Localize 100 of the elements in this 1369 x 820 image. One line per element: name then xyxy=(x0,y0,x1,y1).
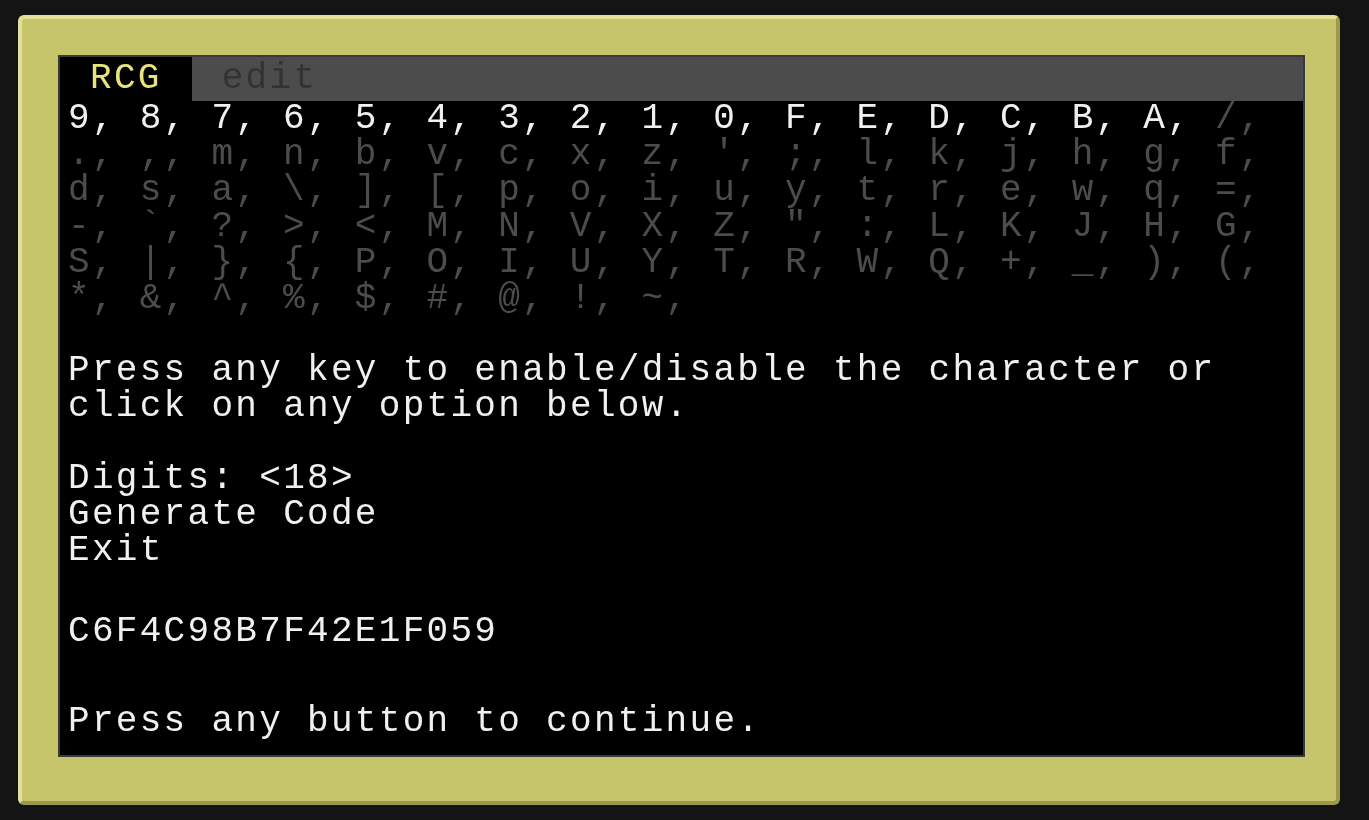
character-toggle[interactable]: i, xyxy=(641,173,714,209)
character-toggle[interactable]: P, xyxy=(354,245,427,281)
character-toggle[interactable]: ;, xyxy=(784,137,857,173)
character-toggle[interactable]: -, xyxy=(68,209,140,245)
character-toggle[interactable]: #, xyxy=(426,281,499,317)
character-toggle[interactable]: 1, xyxy=(641,101,714,137)
menu-option[interactable]: Exit xyxy=(68,533,164,569)
character-toggle[interactable]: ], xyxy=(354,173,427,209)
character-toggle[interactable]: *, xyxy=(68,281,140,317)
character-toggle[interactable]: [, xyxy=(426,173,499,209)
character-toggle[interactable]: \, xyxy=(283,173,355,209)
character-toggle[interactable]: S, xyxy=(68,245,140,281)
character-toggle[interactable]: y, xyxy=(784,173,857,209)
character-toggle[interactable]: I, xyxy=(498,245,570,281)
character-toggle[interactable]: K, xyxy=(999,209,1072,245)
character-toggle[interactable]: }, xyxy=(211,245,284,281)
character-toggle[interactable]: w, xyxy=(1071,173,1144,209)
character-toggle[interactable]: ", xyxy=(784,209,857,245)
character-toggle[interactable]: 7, xyxy=(211,101,284,137)
continue-prompt: Press any button to continue. xyxy=(68,704,762,740)
menu-option[interactable]: Generate Code xyxy=(68,497,379,533)
character-toggle[interactable]: ~, xyxy=(641,281,714,317)
character-toggle[interactable]: r, xyxy=(928,173,1000,209)
character-toggle[interactable]: $, xyxy=(354,281,427,317)
character-toggle[interactable]: o, xyxy=(569,173,642,209)
character-toggle[interactable]: b, xyxy=(354,137,427,173)
tab[interactable]: RCG xyxy=(60,57,192,101)
character-toggle[interactable]: n, xyxy=(283,137,355,173)
character-toggle[interactable]: 8, xyxy=(139,101,212,137)
character-toggle[interactable]: f, xyxy=(1215,137,1287,173)
character-toggle[interactable]: m, xyxy=(211,137,284,173)
character-toggle[interactable]: u, xyxy=(713,173,785,209)
character-toggle[interactable]: a, xyxy=(211,173,284,209)
character-toggle[interactable]: A, xyxy=(1143,101,1215,137)
character-toggle[interactable]: +, xyxy=(999,245,1072,281)
character-toggle[interactable]: Q, xyxy=(928,245,1000,281)
character-toggle[interactable]: B, xyxy=(1071,101,1144,137)
character-toggle[interactable]: W, xyxy=(856,245,929,281)
character-toggle[interactable]: F, xyxy=(784,101,857,137)
character-toggle[interactable]: ,, xyxy=(139,137,212,173)
character-toggle[interactable]: R, xyxy=(784,245,857,281)
character-toggle[interactable]: <, xyxy=(354,209,427,245)
character-toggle[interactable]: ', xyxy=(713,137,785,173)
character-toggle[interactable]: U, xyxy=(569,245,642,281)
character-toggle[interactable]: X, xyxy=(641,209,714,245)
character-toggle[interactable]: ., xyxy=(68,137,140,173)
character-toggle[interactable]: `, xyxy=(139,209,212,245)
character-toggle[interactable]: :, xyxy=(856,209,929,245)
character-toggle[interactable]: t, xyxy=(856,173,929,209)
character-toggle[interactable]: c, xyxy=(498,137,570,173)
character-toggle[interactable]: {, xyxy=(283,245,355,281)
character-toggle[interactable]: N, xyxy=(498,209,570,245)
character-toggle[interactable]: l, xyxy=(856,137,929,173)
character-toggle[interactable]: ^, xyxy=(211,281,284,317)
character-toggle[interactable]: e, xyxy=(999,173,1072,209)
character-toggle[interactable]: >, xyxy=(283,209,355,245)
character-toggle[interactable]: /, xyxy=(1215,101,1287,137)
character-toggle[interactable]: Z, xyxy=(713,209,785,245)
character-toggle[interactable]: T, xyxy=(713,245,785,281)
character-toggle[interactable]: 9, xyxy=(68,101,140,137)
character-toggle[interactable]: V, xyxy=(569,209,642,245)
character-toggle[interactable]: ?, xyxy=(211,209,284,245)
character-toggle[interactable]: v, xyxy=(426,137,499,173)
character-toggle[interactable]: _, xyxy=(1071,245,1144,281)
character-toggle[interactable]: !, xyxy=(569,281,642,317)
character-toggle[interactable]: 6, xyxy=(283,101,355,137)
character-toggle[interactable]: x, xyxy=(569,137,642,173)
character-toggle[interactable]: 3, xyxy=(498,101,570,137)
character-toggle[interactable]: L, xyxy=(928,209,1000,245)
character-toggle[interactable]: p, xyxy=(498,173,570,209)
character-toggle[interactable]: |, xyxy=(139,245,212,281)
character-toggle[interactable]: D, xyxy=(928,101,1000,137)
character-toggle[interactable]: @, xyxy=(498,281,570,317)
character-toggle[interactable]: q, xyxy=(1143,173,1215,209)
character-toggle[interactable]: k, xyxy=(928,137,1000,173)
character-toggle[interactable]: (, xyxy=(1215,245,1287,281)
character-toggle[interactable]: s, xyxy=(139,173,212,209)
character-toggle[interactable]: J, xyxy=(1071,209,1144,245)
character-toggle[interactable]: Y, xyxy=(641,245,714,281)
character-toggle[interactable]: M, xyxy=(426,209,499,245)
character-toggle[interactable]: d, xyxy=(68,173,140,209)
character-toggle[interactable]: 0, xyxy=(713,101,785,137)
character-toggle[interactable]: C, xyxy=(999,101,1072,137)
character-toggle[interactable]: 4, xyxy=(426,101,499,137)
menu-option[interactable]: Digits: <18> xyxy=(68,461,355,497)
character-toggle[interactable]: h, xyxy=(1071,137,1144,173)
character-toggle[interactable]: g, xyxy=(1143,137,1215,173)
character-toggle[interactable]: ), xyxy=(1143,245,1215,281)
character-toggle[interactable]: G, xyxy=(1215,209,1287,245)
character-toggle[interactable]: j, xyxy=(999,137,1072,173)
character-toggle[interactable]: O, xyxy=(426,245,499,281)
character-toggle[interactable]: z, xyxy=(641,137,714,173)
character-toggle[interactable]: %, xyxy=(283,281,355,317)
character-toggle[interactable]: 5, xyxy=(354,101,427,137)
character-toggle[interactable]: 2, xyxy=(569,101,642,137)
character-toggle[interactable]: H, xyxy=(1143,209,1215,245)
character-toggle[interactable]: =, xyxy=(1215,173,1287,209)
character-toggle[interactable]: E, xyxy=(856,101,929,137)
character-toggle[interactable]: &, xyxy=(139,281,212,317)
generated-code: C6F4C98B7F42E1F059 xyxy=(68,614,499,650)
